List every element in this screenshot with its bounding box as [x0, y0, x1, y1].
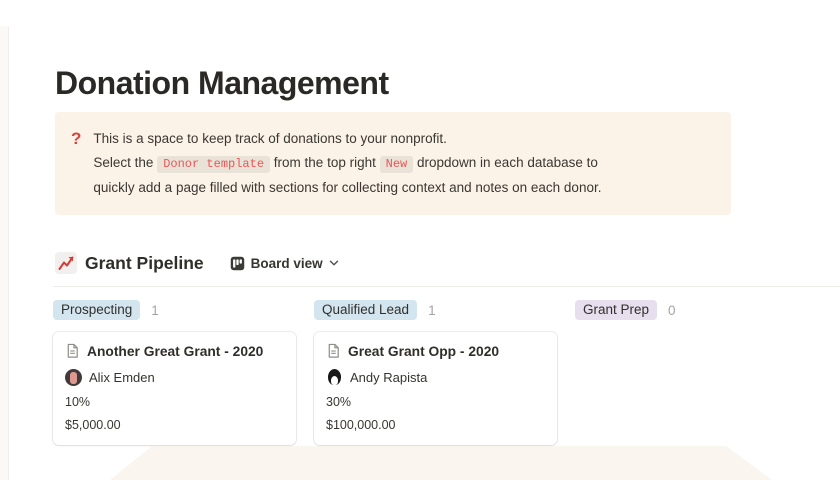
card-percent: 30% [326, 395, 545, 409]
card-title: Great Grant Opp - 2020 [348, 344, 499, 359]
card-amount: $100,000.00 [326, 418, 545, 432]
inline-code-donor-template: Donor template [157, 156, 270, 173]
database-header: Grant Pipeline Board view [55, 252, 339, 274]
avatar [326, 369, 343, 386]
callout-line2-post: dropdown in each database to [417, 155, 598, 170]
assignee-name: Alix Emden [89, 370, 155, 385]
avatar [65, 369, 82, 386]
board-view-icon [230, 256, 245, 271]
callout-line-1: This is a space to keep track of donatio… [93, 127, 693, 151]
window-left-edge [0, 26, 9, 480]
board-card[interactable]: Another Great Grant - 2020 Alix Emden 10… [53, 332, 296, 445]
column-status-badge[interactable]: Qualified Lead [314, 300, 417, 320]
chevron-down-icon [329, 258, 339, 268]
assignee-name: Andy Rapista [350, 370, 427, 385]
card-title-row: Another Great Grant - 2020 [65, 343, 284, 359]
callout-line2-mid: from the top right [274, 155, 376, 170]
chart-increasing-icon [55, 252, 77, 274]
board-column-prospecting: Prospecting 1 Another Great Grant - 2020… [53, 300, 296, 445]
column-status-badge[interactable]: Prospecting [53, 300, 140, 320]
callout-line2-pre: Select the [93, 155, 153, 170]
column-header: Qualified Lead 1 [314, 300, 557, 320]
page-icon [326, 343, 341, 359]
inline-code-new: New [380, 156, 414, 173]
database-title[interactable]: Grant Pipeline [85, 253, 204, 274]
transition-artifact [0, 446, 840, 480]
board-view-label: Board view [251, 256, 323, 271]
callout-text: This is a space to keep track of donatio… [93, 127, 693, 200]
column-header: Prospecting 1 [53, 300, 296, 320]
page-icon [65, 343, 80, 359]
page-title: Donation Management [55, 65, 389, 102]
question-mark-icon: ? [71, 127, 81, 150]
card-percent: 10% [65, 395, 284, 409]
board-column-grant-prep: Grant Prep 0 [575, 300, 818, 445]
column-header: Grant Prep 0 [575, 300, 818, 320]
column-card-count: 0 [668, 303, 676, 318]
callout-line-2: Select the Donor template from the top r… [93, 151, 693, 176]
board-top-divider [53, 286, 840, 287]
card-assignee-row: Andy Rapista [326, 369, 545, 386]
board-view-button[interactable]: Board view [230, 256, 339, 271]
board-column-qualified-lead: Qualified Lead 1 Great Grant Opp - 2020 … [314, 300, 557, 445]
callout-line-3: quickly add a page filled with sections … [93, 176, 693, 200]
card-title-row: Great Grant Opp - 2020 [326, 343, 545, 359]
card-title: Another Great Grant - 2020 [87, 344, 263, 359]
column-card-count: 1 [151, 303, 159, 318]
kanban-board: Prospecting 1 Another Great Grant - 2020… [53, 300, 818, 445]
board-card[interactable]: Great Grant Opp - 2020 Andy Rapista 30% … [314, 332, 557, 445]
card-assignee-row: Alix Emden [65, 369, 284, 386]
column-card-count: 1 [428, 303, 436, 318]
column-status-badge[interactable]: Grant Prep [575, 300, 657, 320]
card-amount: $5,000.00 [65, 418, 284, 432]
callout-block: ? This is a space to keep track of donat… [55, 112, 731, 215]
